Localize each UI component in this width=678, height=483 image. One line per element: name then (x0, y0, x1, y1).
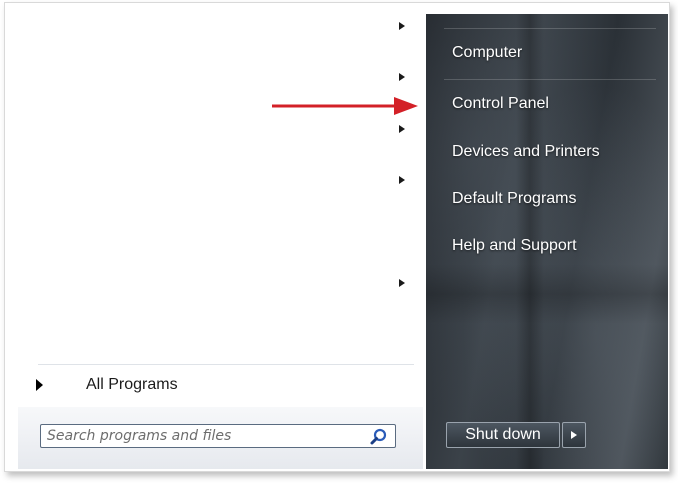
places-separator (444, 28, 656, 29)
places-item-computer[interactable]: Computer (452, 44, 522, 62)
places-item-devices-and-printers[interactable]: Devices and Printers (452, 143, 600, 161)
search-input[interactable] (47, 426, 357, 446)
all-programs-button[interactable]: All Programs (32, 374, 392, 398)
shutdown-button[interactable]: Shut down (446, 422, 560, 448)
submenu-arrow-icon[interactable] (399, 22, 405, 30)
red-arrow-icon (272, 97, 418, 115)
programs-pane: All Programs (18, 14, 423, 469)
programs-separator (38, 364, 414, 365)
submenu-arrow-icon[interactable] (399, 73, 405, 81)
submenu-arrow-icon[interactable] (399, 176, 405, 184)
places-item-help-and-support[interactable]: Help and Support (452, 237, 577, 255)
places-separator (444, 79, 656, 80)
places-item-default-programs[interactable]: Default Programs (452, 190, 577, 208)
submenu-arrow-icon[interactable] (399, 125, 405, 133)
search-box[interactable] (40, 424, 396, 448)
places-pane: Computer Control Panel Devices and Print… (426, 14, 668, 469)
places-item-control-panel[interactable]: Control Panel (452, 95, 549, 113)
submenu-arrow-icon[interactable] (399, 279, 405, 287)
start-menu: All Programs Computer Control Panel Devi… (18, 14, 668, 469)
search-icon[interactable] (369, 427, 389, 447)
shutdown-options-button[interactable] (562, 422, 586, 448)
all-programs-label: All Programs (86, 376, 178, 393)
chevron-right-icon (36, 379, 43, 391)
chevron-right-icon (571, 431, 577, 439)
